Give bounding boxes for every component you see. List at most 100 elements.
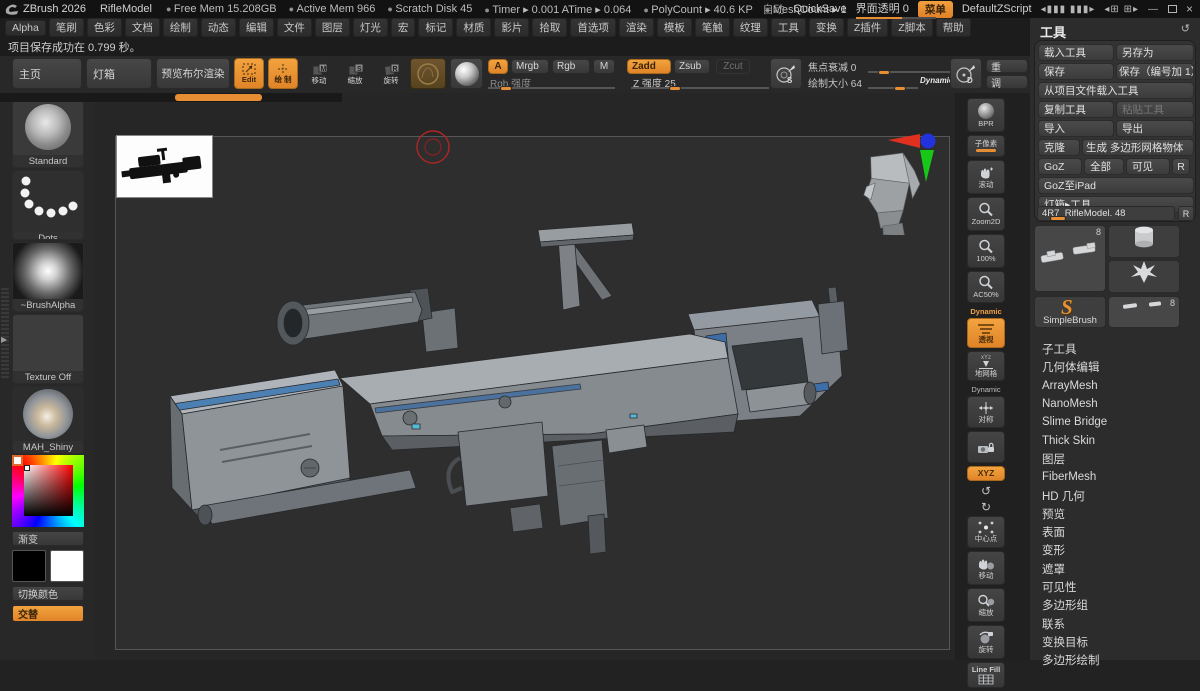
menu-item[interactable]: Z插件 xyxy=(847,18,888,37)
texture-selector[interactable]: Texture Off xyxy=(12,314,84,384)
clipped-button-top[interactable]: 重 xyxy=(986,59,1028,73)
rotate-cw-icon[interactable]: ↻ xyxy=(981,500,991,514)
camera-move-button[interactable]: 移动 xyxy=(967,551,1005,585)
menu-item[interactable]: 编辑 xyxy=(239,18,274,37)
active-tool-slider[interactable]: 4R7_RifleModel. 48 xyxy=(1037,206,1175,221)
menu-item[interactable]: 笔刷 xyxy=(49,18,84,37)
local-transform-button[interactable] xyxy=(967,431,1005,463)
perspective-button[interactable]: 透视 xyxy=(967,318,1005,348)
current-tool-thumbnail[interactable]: 8 4R7_RifleModel xyxy=(1034,225,1106,292)
tool-section-item[interactable]: 联系 xyxy=(1042,614,1192,632)
material-selector[interactable]: MAH_Shiny xyxy=(12,386,84,454)
menu-item[interactable]: 首选项 xyxy=(570,18,616,37)
preview-boolean-button[interactable]: 预览布尔渲染 xyxy=(156,58,230,89)
tool-section-item[interactable]: NanoMesh xyxy=(1042,395,1192,413)
tool-section-item[interactable]: 多边形绘制 xyxy=(1042,651,1192,669)
tool-section-item[interactable]: 表面 xyxy=(1042,523,1192,541)
polymesh3d-thumbnail[interactable]: PolyMesh3D xyxy=(1108,260,1180,293)
menu-item[interactable]: 绘制 xyxy=(163,18,198,37)
menu-item[interactable]: 动态 xyxy=(201,18,236,37)
menu-item[interactable]: 工具 xyxy=(771,18,806,37)
lightbox-divider[interactable] xyxy=(0,93,342,102)
m-button[interactable]: M xyxy=(593,59,615,74)
menu-item[interactable]: 模板 xyxy=(657,18,692,37)
rgb-button[interactable]: Rgb xyxy=(552,59,590,74)
active-tool-slider-handle[interactable] xyxy=(1050,216,1066,221)
tool-section-item[interactable]: ArrayMesh xyxy=(1042,377,1192,395)
menu-item[interactable]: 灯光 xyxy=(353,18,388,37)
menu-item[interactable]: 笔触 xyxy=(695,18,730,37)
tool-section-item[interactable]: 可见性 xyxy=(1042,578,1192,596)
quicksave-button[interactable]: QuickSave xyxy=(793,3,846,15)
bpr-button[interactable]: BPR xyxy=(967,98,1005,132)
goz-r-button[interactable]: R xyxy=(1172,158,1190,175)
menu-item[interactable]: 材质 xyxy=(456,18,491,37)
alpha-selector[interactable]: ~BrushAlpha xyxy=(12,242,84,312)
menu-item[interactable]: 宏 xyxy=(391,18,416,37)
move-mode-button[interactable]: M移动 xyxy=(304,60,334,87)
paste-tool-button[interactable]: 粘贴工具 xyxy=(1116,101,1194,118)
load-from-project-button[interactable]: 从项目文件载入工具 xyxy=(1038,82,1194,99)
draw-button[interactable]: 绘 制 xyxy=(268,58,298,89)
rotate-mode-button[interactable]: R旋转 xyxy=(376,60,406,87)
tool-section-item[interactable]: 变换目标 xyxy=(1042,633,1192,651)
color-picker[interactable] xyxy=(12,455,84,527)
lightbox-button[interactable]: 灯箱 xyxy=(86,58,152,89)
clone-button[interactable]: 克隆 xyxy=(1038,139,1080,156)
menu-item[interactable]: 纹理 xyxy=(733,18,768,37)
scroll-button[interactable]: 滚动 xyxy=(967,160,1005,194)
lightbox-divider-handle[interactable] xyxy=(175,94,262,101)
rifle-model[interactable] xyxy=(160,218,860,563)
z-axis-sphere[interactable] xyxy=(921,134,936,149)
menu-item[interactable]: Z脚本 xyxy=(891,18,932,37)
mrgb-button[interactable]: Mrgb xyxy=(511,59,549,74)
brush-preview-button[interactable] xyxy=(410,58,446,89)
make-polymesh-button[interactable]: 生成 多边形网格物体 xyxy=(1082,139,1194,156)
simplebrush-thumbnail[interactable]: S SimpleBrush xyxy=(1034,296,1106,328)
rifle-tool-thumbnail[interactable]: 8 4R7_RifleModel xyxy=(1108,296,1180,328)
camera-head-widget[interactable] xyxy=(852,150,927,235)
color-cursor[interactable] xyxy=(24,465,30,471)
goz-button[interactable]: GoZ xyxy=(1038,158,1082,175)
tool-section-item[interactable]: Slime Bridge xyxy=(1042,413,1192,431)
spix-slider-handle[interactable] xyxy=(976,149,996,152)
export-button[interactable]: 导出 xyxy=(1116,120,1194,137)
draw-size-slider[interactable]: 绘制大小 64 xyxy=(806,75,918,89)
goz-ipad-button[interactable]: GoZ至iPad xyxy=(1038,177,1194,194)
menu-item[interactable]: 图层 xyxy=(315,18,350,37)
save-button[interactable]: 保存 xyxy=(1038,63,1114,80)
menu-button[interactable]: 菜单 xyxy=(918,1,953,18)
material-button[interactable] xyxy=(450,58,483,89)
divider-arrows-icon[interactable]: ◂▮▮▮ ▮▮▮▸ xyxy=(1041,4,1096,15)
tool-section-item[interactable]: 子工具 xyxy=(1042,340,1192,358)
tool-section-item[interactable]: 遮罩 xyxy=(1042,560,1192,578)
shelf-scroll-arrow-icon[interactable]: ▶ xyxy=(1,335,7,344)
symmetry-button[interactable]: 对称 xyxy=(967,396,1005,428)
rgb-intensity-slider[interactable]: Rgb 强度 xyxy=(488,75,615,89)
menu-item[interactable]: 标记 xyxy=(418,18,453,37)
spix-slider[interactable]: 子像素 xyxy=(967,135,1005,157)
minimize-button[interactable]: — xyxy=(1148,4,1159,15)
menu-item[interactable]: Alpha xyxy=(5,20,46,36)
menu-item[interactable]: 色彩 xyxy=(87,18,122,37)
zsub-button[interactable]: Zsub xyxy=(674,59,710,74)
palette-refresh-icon[interactable]: ↺ xyxy=(1181,22,1190,35)
brush-selector[interactable]: Standard xyxy=(12,98,84,168)
gradient-button[interactable]: 渐变 xyxy=(12,531,84,546)
home-button[interactable]: 主页 xyxy=(12,58,82,89)
switch-color-button[interactable]: 切换颜色 xyxy=(12,586,84,601)
goz-visible-button[interactable]: 可见 xyxy=(1126,158,1170,175)
menu-item[interactable]: 变换 xyxy=(809,18,844,37)
sculptris-pro-button[interactable]: S xyxy=(770,58,802,89)
floor-grid-button[interactable]: xYz 地网格 xyxy=(967,351,1005,381)
tool-section-item[interactable]: Thick Skin xyxy=(1042,431,1192,449)
tool-section-item[interactable]: 预览 xyxy=(1042,505,1192,523)
rotate-ccw-icon[interactable]: ↺ xyxy=(981,484,991,498)
dynamic-drawsize-label[interactable]: Dynamic xyxy=(920,76,953,85)
alternate-button[interactable]: 交替 xyxy=(12,605,84,622)
zoom2d-button[interactable]: Zoom2D xyxy=(967,197,1005,231)
focal-shift-slider[interactable]: 焦点衰减 0 xyxy=(806,59,954,73)
tool-section-item[interactable]: 图层 xyxy=(1042,450,1192,468)
zscript-button[interactable]: DefaultZScript xyxy=(962,3,1032,15)
xyz-constraint-button[interactable]: XYZ xyxy=(967,466,1005,481)
